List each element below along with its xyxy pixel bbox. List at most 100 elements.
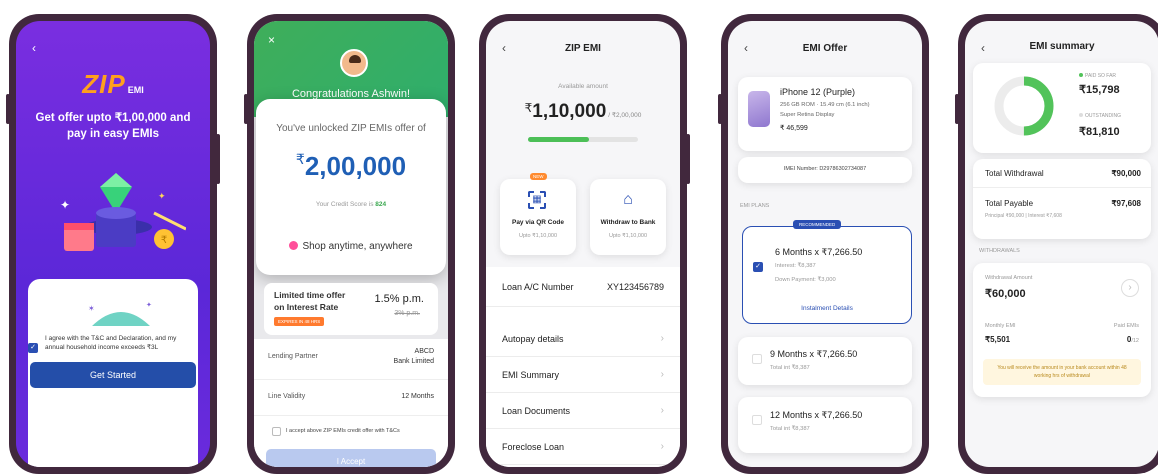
credit-progress-bar: [528, 137, 638, 142]
agree-text: I agree with the T&C and Declaration, an…: [45, 335, 177, 351]
rate-offer-card: Limited time offer on Interest Rate EXPIR…: [264, 283, 438, 335]
donut-chart: [994, 76, 1054, 136]
accept-text: I accept above ZIP EMIs credit offer wit…: [286, 428, 400, 434]
plan-checkbox[interactable]: [752, 354, 762, 364]
side-button: [955, 94, 959, 124]
agree-checkbox[interactable]: ✓: [28, 336, 38, 354]
product-card: iPhone 12 (Purple) 256 GB ROM · 15.49 cm…: [738, 77, 912, 151]
paid-emis-label: Paid EMIs: [1113, 323, 1139, 329]
payable-breakdown: Principal ₹90,000 | Interest ₹7,608: [985, 213, 1062, 219]
svg-text:✦: ✦: [158, 191, 166, 201]
bank-icon: ⌂: [623, 191, 633, 208]
chevron-right-icon: ›: [660, 369, 664, 380]
credit-score: Your Credit Score is 824: [315, 201, 387, 208]
screen-emi-offer: ‹ EMI Offer iPhone 12 (Purple) 256 GB RO…: [728, 21, 922, 467]
plan-down-payment: Down Payment: ₹3,000: [775, 277, 836, 283]
plan-title: 12 Months x ₹7,266.50: [770, 410, 863, 420]
lending-partner-value: ABCD Bank Limited: [393, 348, 434, 365]
chevron-right-icon[interactable]: ›: [1121, 279, 1139, 297]
plan-12-months[interactable]: 12 Months x ₹7,266.50 Total int ₹8,387: [738, 397, 912, 453]
avatar: [340, 49, 368, 77]
imei-card: IMEI Number: D29786302734087: [738, 157, 912, 183]
paid-so-far-label: PAID SO FAR: [1079, 73, 1116, 79]
page-title: EMI Offer: [802, 43, 848, 54]
progress-fill: [528, 137, 589, 142]
plan-interest: Interest: ₹8,387: [775, 263, 816, 269]
total-withdrawal-label: Total Withdrawal: [985, 169, 1044, 178]
screen-emi-summary: ‹ EMI summary PAID SO FAR ₹15,798 OUTSTA…: [965, 21, 1158, 467]
screen-offer-unlocked: × Congratulations Ashwin! You've unlocke…: [254, 21, 448, 467]
withdrawal-amount: ₹60,000: [985, 288, 1026, 300]
divider: [254, 379, 448, 380]
plan-checkbox[interactable]: [752, 415, 762, 425]
chevron-right-icon: ›: [660, 405, 664, 416]
offer-rate: 1.5% p.m.: [374, 293, 424, 305]
total-payable-label: Total Payable: [985, 199, 1034, 208]
decorative-graphic: ✶ ✦: [88, 301, 152, 327]
page-title: EMI summary: [1029, 41, 1095, 52]
back-icon[interactable]: ‹: [32, 41, 36, 55]
plan-title: 9 Months x ₹7,266.50: [770, 349, 858, 359]
outstanding-dot: [1079, 113, 1083, 117]
imei-number: IMEI Number: D29786302734087: [783, 166, 867, 172]
loan-account-row: Loan A/C Number XY123456789: [486, 267, 680, 307]
withdrawal-amount-label: Withdrawal Amount: [985, 275, 1033, 281]
line-validity-label: Line Validity: [268, 393, 306, 400]
outstanding-amount: ₹81,810: [1079, 126, 1120, 138]
monthly-emi-label: Monthly EMI: [985, 323, 1016, 329]
unlocked-text: You've unlocked ZIP EMIs offer of: [276, 123, 426, 134]
zip-emi-logo: ZIP EMI: [82, 69, 144, 99]
menu-autopay[interactable]: Autopay details ›: [486, 321, 680, 357]
side-button: [686, 134, 690, 184]
instalment-details-link[interactable]: Instalment Details: [743, 305, 911, 312]
phone-frame-1: ‹ ZIP EMI Get offer upto ₹1,00,000 and pay…: [6, 14, 220, 474]
withdrawals-label: WITHDRAWALS: [979, 248, 1020, 254]
plan-6-months[interactable]: RECOMMENDED ✓ 6 Months x ₹7,266.50 Inter…: [742, 220, 912, 324]
total-withdrawal-value: ₹90,000: [1111, 169, 1141, 178]
withdraw-bank-card[interactable]: ⌂ Withdraw to Bank Upto ₹1,10,000: [590, 179, 666, 255]
withdraw-limit: Upto ₹1,10,000: [608, 233, 648, 239]
pay-qr-card[interactable]: NEW ▦ Pay via QR Code Upto ₹1,10,000: [500, 173, 576, 255]
product-spec: 256 GB ROM · 15.49 cm (6.1 inch): [780, 102, 870, 108]
product-price: ₹ 46,599: [780, 125, 808, 132]
accept-button[interactable]: I Accept: [266, 449, 436, 467]
shop-icon: [289, 241, 299, 250]
pay-qr-title: Pay via QR Code: [511, 219, 565, 226]
chevron-right-icon: ›: [660, 441, 664, 452]
offer-title: Limited time offer on Interest Rate: [274, 290, 346, 312]
divider: [254, 415, 448, 416]
svg-text:✶: ✶: [88, 304, 95, 313]
get-started-button[interactable]: Get Started: [30, 362, 196, 388]
product-name: iPhone 12 (Purple): [780, 87, 856, 97]
close-icon[interactable]: ×: [268, 33, 275, 47]
menu-emi-summary[interactable]: EMI Summary ›: [486, 357, 680, 393]
loan-account-number: XY123456789: [606, 281, 664, 292]
withdrawal-card[interactable]: Withdrawal Amount ₹60,000 › Monthly EMI …: [973, 263, 1151, 397]
paid-dot: [1079, 73, 1083, 77]
withdraw-title: Withdraw to Bank: [600, 219, 656, 226]
emi-plans-label: EMI PLANS: [740, 203, 770, 209]
lending-partner-label: Lending Partner: [268, 353, 318, 360]
menu-loan-documents[interactable]: Loan Documents ›: [486, 393, 680, 429]
product-display: Super Retina Display: [780, 112, 835, 118]
offer-headline: Get offer upto ₹1,00,000 and pay in easy …: [35, 112, 191, 140]
totals-card: Total Withdrawal ₹90,000 Total Payable ₹…: [973, 159, 1151, 239]
disbursal-note: You will receive the amount in your bank…: [983, 359, 1141, 385]
product-image: [748, 91, 770, 127]
offer-card: You've unlocked ZIP EMIs offer of ₹2,00,…: [256, 99, 446, 275]
available-amount: ₹1,10,000/ ₹2,00,000: [524, 101, 642, 122]
expiry-badge: EXPIRES IN 48 HRS: [274, 317, 325, 326]
plan-selected-checkbox[interactable]: ✓: [753, 255, 763, 273]
phone-frame-3: ‹ ZIP EMI Available amount ₹1,10,000/ ₹2…: [479, 14, 690, 474]
menu-foreclose-loan[interactable]: Foreclose Loan ›: [486, 429, 680, 465]
paid-amount: ₹15,798: [1079, 84, 1120, 96]
divider: [973, 187, 1151, 188]
total-payable-value: ₹97,608: [1111, 199, 1141, 208]
line-validity-value: 12 Months: [401, 393, 434, 400]
plan-9-months[interactable]: 9 Months x ₹7,266.50 Total int ₹8,387: [738, 337, 912, 385]
loan-account-label: Loan A/C Number: [502, 281, 574, 292]
magic-hat-illustration: ₹ ✦ ✦: [60, 173, 186, 251]
page-title: ZIP EMI: [565, 43, 601, 54]
shop-anywhere: Shop anytime, anywhere: [256, 241, 446, 252]
accept-checkbox[interactable]: [272, 427, 281, 436]
